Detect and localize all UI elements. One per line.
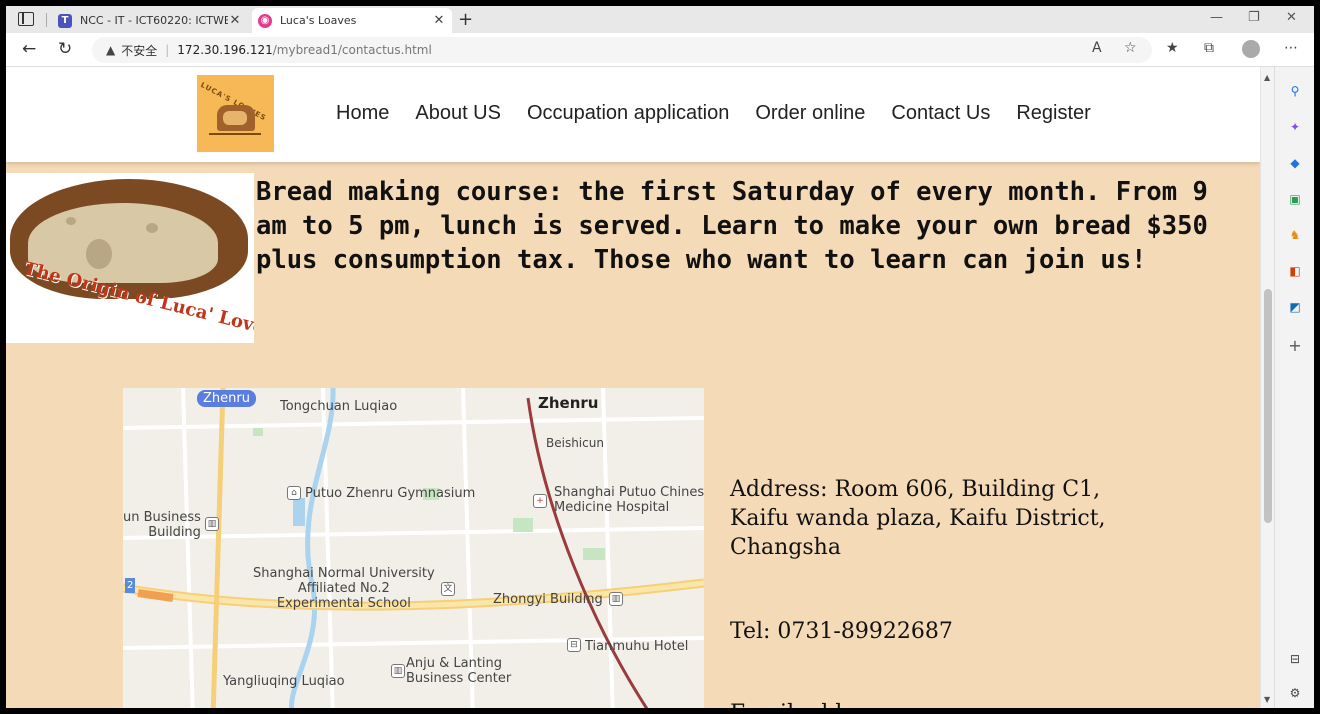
close-icon[interactable]: ✕ (432, 13, 446, 28)
school-icon: 文 (441, 582, 455, 596)
map-label-zhenru-station: Zhenru (538, 394, 599, 412)
nav-contact[interactable]: Contact Us (891, 102, 990, 125)
page-viewport: LUCA'S LOAVES Home About US Occupation a… (6, 67, 1260, 708)
insecure-label: 不安全 (121, 43, 158, 58)
tab-lucas-loaves[interactable]: ◉ Luca's Loaves ✕ (252, 8, 452, 33)
refresh-icon[interactable]: ↻ (58, 39, 72, 59)
vertical-scrollbar[interactable]: ▲ ▼ (1260, 67, 1274, 708)
sidebar-toggle-icon[interactable]: ⊟ (1287, 651, 1303, 667)
bread-image: The Origin of Luca' Loves (6, 173, 254, 343)
warning-icon: ▲ (106, 43, 116, 57)
browser-window: T NCC - IT - ICT60220: ICTWEB513 ✕ ◉ Luc… (6, 6, 1314, 708)
restore-icon[interactable]: ❐ (1248, 10, 1260, 25)
map-label-zhongyi: Zhongyi Building (493, 592, 603, 607)
loaf-icon (217, 105, 255, 131)
tab-actions-icon[interactable] (18, 12, 34, 26)
map-label-school: Shanghai Normal University Affiliated No… (253, 566, 435, 611)
nav-order[interactable]: Order online (755, 102, 865, 125)
gym-icon: ⌂ (287, 486, 301, 500)
map-label-yangliuqing: Yangliuqing Luqiao (223, 674, 345, 689)
tab-separator (46, 13, 47, 27)
logo-base (209, 133, 261, 135)
settings-gear-icon[interactable]: ⚙ (1287, 685, 1303, 701)
tools-icon[interactable]: ▣ (1287, 191, 1303, 207)
hotel-icon: ⊟ (567, 638, 581, 652)
map-road-number: 2 (125, 578, 136, 593)
building-icon: ▥ (391, 664, 405, 678)
url-path: /mybread1/contactus.html (272, 43, 432, 57)
map-label-anju: Anju & Lanting Business Center (406, 656, 512, 686)
location-map[interactable]: Zhenru Tongchuan Luqiao Zhenru Beishicun… (123, 388, 704, 708)
tab-strip: T NCC - IT - ICT60220: ICTWEB513 ✕ ◉ Luc… (6, 6, 1314, 33)
avatar[interactable] (1242, 40, 1260, 58)
map-label-business: un Business Building (123, 510, 201, 540)
map-label-zhenru-pill: Zhenru (197, 390, 256, 407)
teams-icon: T (58, 13, 72, 28)
hospital-icon: + (533, 494, 547, 508)
nav-occupation[interactable]: Occupation application (527, 102, 729, 125)
outlook-icon[interactable]: ◩ (1287, 299, 1303, 315)
nav-register[interactable]: Register (1016, 102, 1090, 125)
scroll-up-icon[interactable]: ▲ (1264, 73, 1270, 82)
scroll-thumb[interactable] (1264, 289, 1272, 523)
collections-icon[interactable]: ⧉ (1204, 40, 1214, 56)
nav-home[interactable]: Home (336, 102, 389, 125)
new-tab-icon[interactable]: + (458, 9, 473, 30)
map-label-tianmuhu: Tianmuhu Hotel (585, 639, 689, 654)
read-aloud-icon[interactable]: A (1092, 40, 1102, 56)
more-icon[interactable]: ⋯ (1284, 40, 1298, 56)
edge-sidebar: ⚲ ✦ ◆ ▣ ♞ ◧ ◩ + ⊟ ⚙ (1274, 67, 1314, 708)
divider: | (165, 43, 170, 57)
course-text: Bread making course: the first Saturday … (256, 177, 1208, 275)
tab-title: Luca's Loaves (280, 14, 357, 27)
back-icon[interactable]: ← (22, 39, 36, 59)
building-icon: ▥ (205, 517, 219, 531)
games-icon[interactable]: ♞ (1287, 227, 1303, 243)
url-host: 172.30.196.121 (177, 43, 273, 57)
site-icon: ◉ (258, 13, 272, 28)
favorite-star-icon[interactable]: ☆ (1124, 40, 1137, 56)
map-label-hospital: Shanghai Putuo Chines Medicine Hospital (554, 485, 704, 515)
add-icon[interactable]: + (1287, 336, 1303, 355)
close-window-icon[interactable]: ✕ (1286, 10, 1297, 25)
map-label-gym: Putuo Zhenru Gymnasium (305, 486, 476, 501)
tab-ncc[interactable]: T NCC - IT - ICT60220: ICTWEB513 ✕ (52, 8, 248, 33)
address-bar[interactable]: ▲ 不安全 | 172.30.196.121 /mybread1/contact… (92, 37, 1152, 63)
contact-address: Address: Room 606, Building C1, Kaifu wa… (730, 477, 1106, 560)
address-toolbar: ← ↻ ▲ 不安全 | 172.30.196.121 /mybread1/con… (6, 33, 1314, 67)
map-label-beishicun: Beishicun (546, 436, 604, 450)
search-icon[interactable]: ⚲ (1287, 83, 1303, 99)
contact-email: Email address: (730, 699, 896, 708)
copilot-icon[interactable]: ✦ (1287, 119, 1303, 135)
main-nav: Home About US Occupation application Ord… (336, 102, 1091, 125)
map-label-tongchuan: Tongchuan Luqiao (280, 399, 398, 414)
shopping-icon[interactable]: ◆ (1287, 155, 1303, 171)
site-logo[interactable]: LUCA'S LOAVES (197, 75, 274, 152)
favorites-icon[interactable]: ★ (1166, 40, 1179, 56)
tab-title: NCC - IT - ICT60220: ICTWEB513 (80, 14, 228, 27)
bread-hole (66, 217, 76, 225)
bread-hole (86, 239, 112, 269)
contact-tel: Tel: 0731-89922687 (730, 619, 953, 644)
bread-hole (146, 223, 158, 233)
site-header: LUCA'S LOAVES Home About US Occupation a… (6, 67, 1260, 162)
minimize-icon[interactable]: — (1210, 10, 1223, 25)
scroll-down-icon[interactable]: ▼ (1264, 695, 1270, 704)
close-icon[interactable]: ✕ (228, 13, 242, 28)
office-icon[interactable]: ◧ (1287, 263, 1303, 279)
building-icon: ▥ (609, 592, 623, 606)
nav-about[interactable]: About US (415, 102, 501, 125)
